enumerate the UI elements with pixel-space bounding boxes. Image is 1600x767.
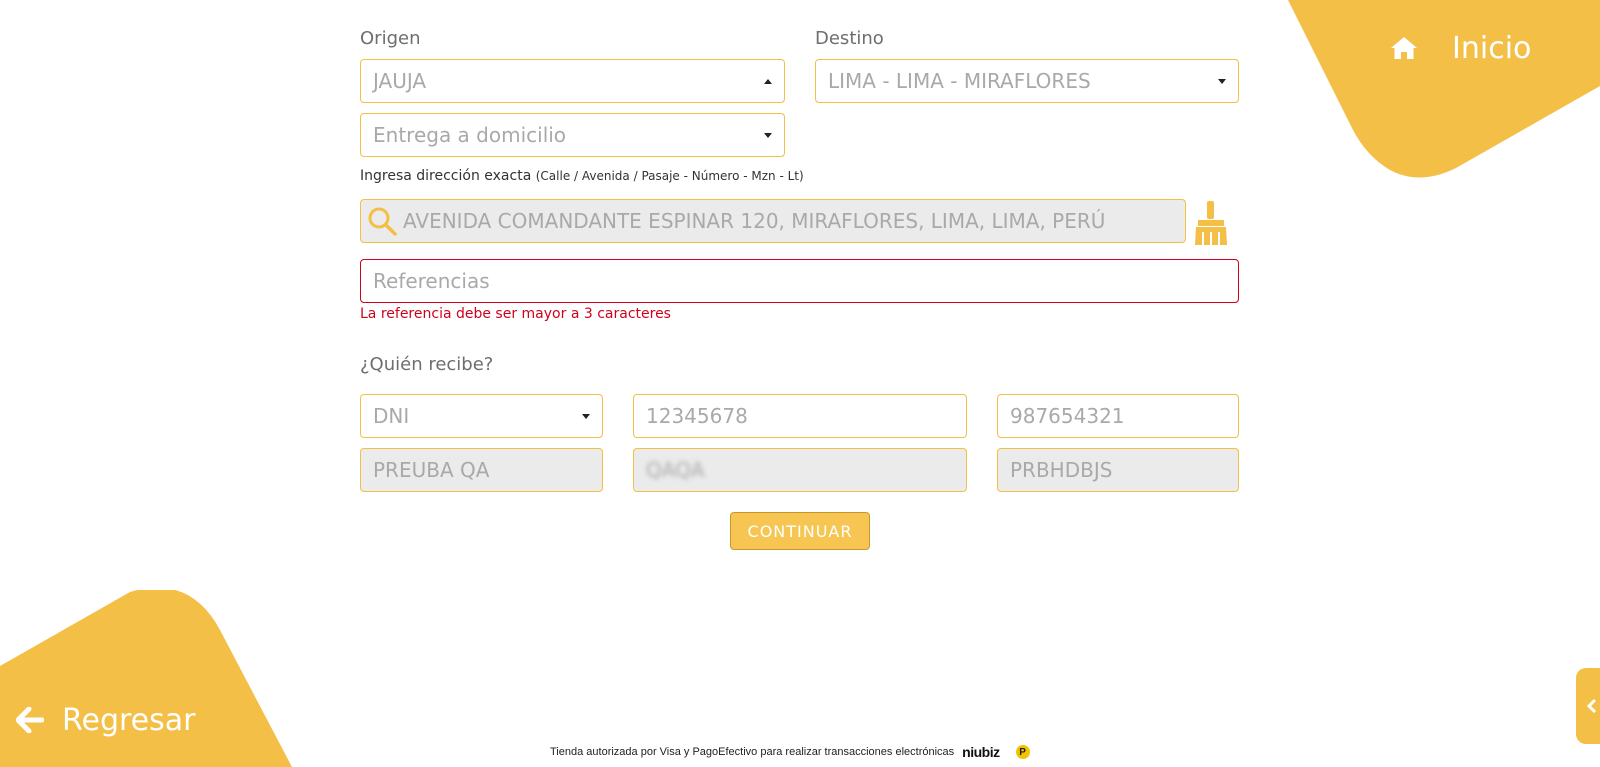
back-link[interactable]: Regresar <box>16 700 195 740</box>
document-number-value: 12345678 <box>646 404 748 428</box>
references-placeholder: Referencias <box>373 269 490 293</box>
arrow-left-icon <box>16 707 44 733</box>
origin-value: JAUJA <box>373 69 427 93</box>
caret-down-icon <box>1218 79 1226 84</box>
references-input[interactable]: Referencias <box>360 259 1239 303</box>
origin-label: Origen <box>360 28 421 49</box>
footer-text: Tienda autorizada por Visa y PagoEfectiv… <box>550 746 955 758</box>
middle-name-input[interactable]: QAQA <box>633 448 967 492</box>
address-value: AVENIDA COMANDANTE ESPINAR 120, MIRAFLOR… <box>403 209 1106 233</box>
caret-down-icon <box>764 133 772 138</box>
address-hint: Ingresa dirección exacta (Calle / Avenid… <box>360 168 804 184</box>
middle-name-value: QAQA <box>646 458 705 482</box>
first-name-input[interactable]: PREUBA QA <box>360 448 603 492</box>
last-name-value: PRBHDBJS <box>1010 458 1113 482</box>
home-label: Inicio <box>1452 30 1532 66</box>
continue-button[interactable]: CONTINUAR <box>730 512 870 550</box>
corner-decoration-bottom-left <box>0 590 292 767</box>
delivery-type-select[interactable]: Entrega a domicilio <box>360 113 785 157</box>
phone-input[interactable]: 987654321 <box>997 394 1239 438</box>
footer: Tienda autorizada por Visa y PagoEfectiv… <box>550 744 1030 760</box>
home-icon <box>1391 37 1417 59</box>
corner-decoration-top-right <box>1288 0 1600 178</box>
destination-select[interactable]: LIMA - LIMA - MIRAFLORES <box>815 59 1239 103</box>
side-panel-toggle[interactable] <box>1576 668 1600 744</box>
receiver-title: ¿Quién recibe? <box>360 354 494 375</box>
document-type-select[interactable]: DNI <box>360 394 603 438</box>
first-name-value: PREUBA QA <box>373 458 490 482</box>
origin-select[interactable]: JAUJA <box>360 59 785 103</box>
home-link[interactable]: Inicio <box>1390 28 1531 68</box>
chevron-left-icon <box>1586 698 1597 714</box>
destination-label: Destino <box>815 28 884 49</box>
address-search-field[interactable]: AVENIDA COMANDANTE ESPINAR 120, MIRAFLOR… <box>360 199 1186 243</box>
phone-value: 987654321 <box>1010 404 1125 428</box>
back-label: Regresar <box>62 702 196 738</box>
search-icon <box>368 207 397 236</box>
document-number-input[interactable]: 12345678 <box>633 394 967 438</box>
pagoefectivo-logo: P <box>1015 745 1030 759</box>
last-name-input[interactable]: PRBHDBJS <box>997 448 1239 492</box>
document-type-value: DNI <box>373 404 410 428</box>
caret-down-icon <box>582 414 590 419</box>
niubiz-logo: niubiz <box>962 744 1000 760</box>
references-error-message: La referencia debe ser mayor a 3 caracte… <box>360 306 671 322</box>
caret-up-icon <box>764 79 772 84</box>
destination-value: LIMA - LIMA - MIRAFLORES <box>828 69 1091 93</box>
delivery-type-value: Entrega a domicilio <box>373 123 567 147</box>
broom-icon[interactable] <box>1192 200 1230 246</box>
